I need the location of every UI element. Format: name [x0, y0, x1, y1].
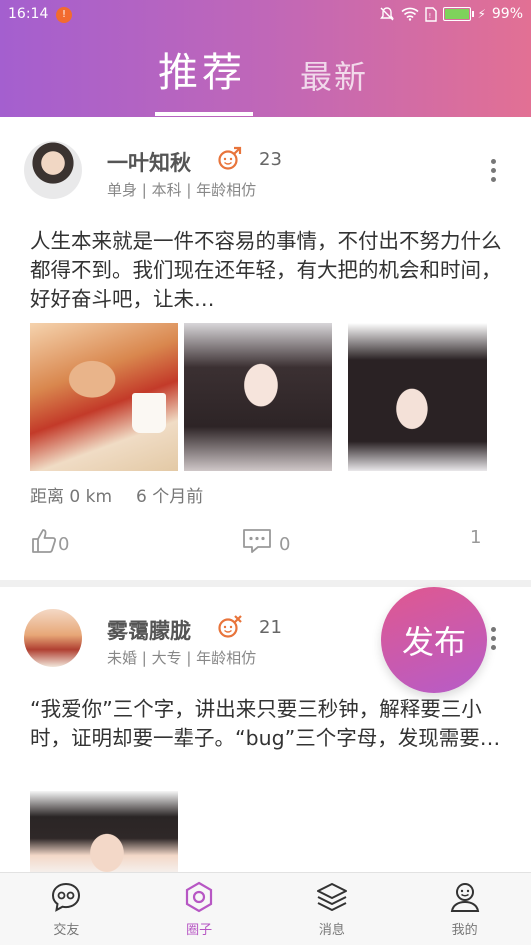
comment-button[interactable]: 0	[241, 527, 290, 555]
user-name[interactable]: 雾霭朦胧	[107, 615, 191, 645]
post-content[interactable]: “我爱你”三个字，讲出来只要三秒钟，解释要三小时，证明却要一辈子。“bug”三个…	[30, 695, 502, 753]
nav-label: 我的	[451, 923, 478, 938]
nav-label: 消息	[318, 923, 345, 938]
tab-latest[interactable]: 最新	[300, 52, 368, 98]
header: 16:14 ! ! ⚡ 99% 推荐 最新	[0, 0, 531, 117]
nav-item-mine[interactable]: 我的	[398, 873, 531, 945]
like-count: 0	[58, 534, 70, 555]
wifi-icon	[401, 7, 419, 21]
status-time: 16:14	[8, 6, 49, 22]
post-card: 一叶知秋 23 单身 | 本科 | 年龄相仿 人生本来就是一件不容易的事情，不付…	[0, 117, 531, 693]
svg-text:!: !	[429, 12, 432, 20]
hexagon-icon	[186, 881, 213, 913]
status-bar: 16:14 ! ! ⚡ 99%	[0, 0, 531, 30]
user-age: 23	[259, 149, 282, 170]
battery-icon	[443, 7, 475, 21]
publish-button[interactable]: 发布	[381, 587, 487, 693]
chat-bubble-icon	[52, 882, 81, 912]
user-meta: 未婚 | 大专 | 年龄相仿	[107, 649, 257, 667]
comment-icon	[243, 529, 271, 553]
male-gender-icon	[218, 146, 242, 170]
share-button[interactable]: 1	[470, 527, 481, 548]
comment-count: 0	[279, 534, 291, 555]
bottom-nav: 交友 圈子 消息 我的	[0, 872, 531, 945]
like-button[interactable]: 0	[30, 527, 69, 555]
nav-item-friends[interactable]: 交友	[0, 873, 133, 945]
avatar[interactable]	[24, 141, 82, 199]
layers-icon	[316, 883, 347, 911]
tab-recommend[interactable]: 推荐	[158, 40, 246, 98]
post-photo[interactable]	[30, 791, 178, 877]
nav-label: 圈子	[186, 923, 213, 938]
post-time: 6 个月前	[136, 487, 204, 507]
warning-icon: !	[56, 7, 72, 23]
more-options-icon[interactable]	[491, 627, 497, 654]
post-photo[interactable]	[348, 323, 487, 471]
share-count: 1	[470, 527, 482, 548]
avatar[interactable]	[24, 609, 82, 667]
profile-icon	[450, 883, 479, 912]
user-age: 21	[259, 617, 282, 638]
user-name[interactable]: 一叶知秋	[107, 147, 191, 177]
top-tabs: 推荐 最新	[0, 40, 531, 117]
female-gender-icon	[218, 615, 242, 638]
post-photo[interactable]	[184, 323, 332, 471]
more-options-icon[interactable]	[491, 159, 497, 186]
charging-icon: ⚡	[477, 7, 486, 21]
nav-label: 交友	[53, 923, 80, 938]
tab-underline	[155, 112, 253, 116]
nav-item-circle[interactable]: 圈子	[133, 873, 266, 945]
user-meta: 单身 | 本科 | 年龄相仿	[107, 181, 257, 199]
distance: 距离 0 km	[30, 487, 113, 507]
nav-item-messages[interactable]: 消息	[266, 873, 399, 945]
sim-icon: !	[425, 6, 438, 22]
thumbs-up-icon	[32, 529, 57, 553]
status-icons: ! ⚡ 99%	[379, 6, 523, 22]
post-photo[interactable]	[30, 323, 178, 471]
battery-text: 99%	[491, 6, 523, 22]
post-content[interactable]: 人生本来就是一件不容易的事情，不付出不努力什么都得不到。我们现在还年轻，有大把的…	[30, 227, 502, 314]
mute-bell-icon	[380, 7, 395, 21]
